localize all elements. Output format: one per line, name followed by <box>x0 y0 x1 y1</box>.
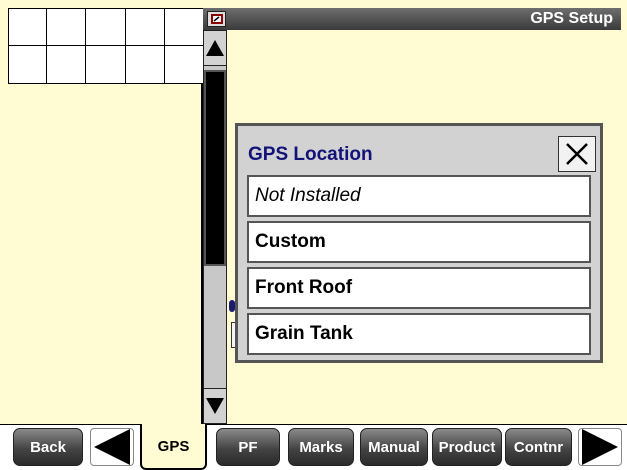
scrollbar-thumb[interactable] <box>204 70 226 266</box>
close-button[interactable] <box>558 136 596 172</box>
tab-marks[interactable]: Marks <box>288 428 354 466</box>
dialog-title: GPS Location <box>248 144 373 165</box>
arrow-left-icon <box>94 429 130 465</box>
grid-cell[interactable] <box>125 46 165 84</box>
back-button[interactable]: Back <box>13 428 83 466</box>
status-grid <box>8 8 204 84</box>
previous-tab-button[interactable] <box>90 428 134 466</box>
arrow-right-icon <box>582 429 618 465</box>
gps-location-dialog: GPS Location Not Installed Custom Front … <box>235 123 603 363</box>
option-front-roof[interactable]: Front Roof <box>247 267 591 309</box>
grid-cell[interactable] <box>8 46 48 84</box>
grid-cell[interactable] <box>164 46 204 84</box>
grid-cell[interactable] <box>8 8 48 46</box>
tab-product[interactable]: Product <box>432 428 502 466</box>
option-grain-tank[interactable]: Grain Tank <box>247 313 591 355</box>
grid-cell[interactable] <box>125 8 165 46</box>
option-not-installed[interactable]: Not Installed <box>247 175 591 217</box>
tab-contnr[interactable]: Contnr <box>505 428 572 466</box>
grid-cell[interactable] <box>47 8 87 46</box>
grid-cell[interactable] <box>86 8 126 46</box>
title-bar: GPS Setup <box>203 8 621 30</box>
grid-cell[interactable] <box>164 8 204 46</box>
grid-cell[interactable] <box>47 46 87 84</box>
arrow-down-icon <box>206 398 224 414</box>
close-icon <box>566 143 588 165</box>
arrow-up-icon <box>206 40 224 56</box>
scroll-up-button[interactable] <box>203 30 227 66</box>
left-panel <box>8 84 202 424</box>
grid-cell[interactable] <box>86 46 126 84</box>
tab-gps[interactable]: GPS <box>140 424 207 470</box>
scroll-down-button[interactable] <box>203 388 227 424</box>
tab-pf[interactable]: PF <box>216 428 280 466</box>
option-custom[interactable]: Custom <box>247 221 591 263</box>
page-title: GPS Setup <box>530 10 613 27</box>
tab-manual[interactable]: Manual <box>360 428 428 466</box>
wrench-screen-icon[interactable] <box>207 11 226 27</box>
next-tab-button[interactable] <box>578 428 622 466</box>
